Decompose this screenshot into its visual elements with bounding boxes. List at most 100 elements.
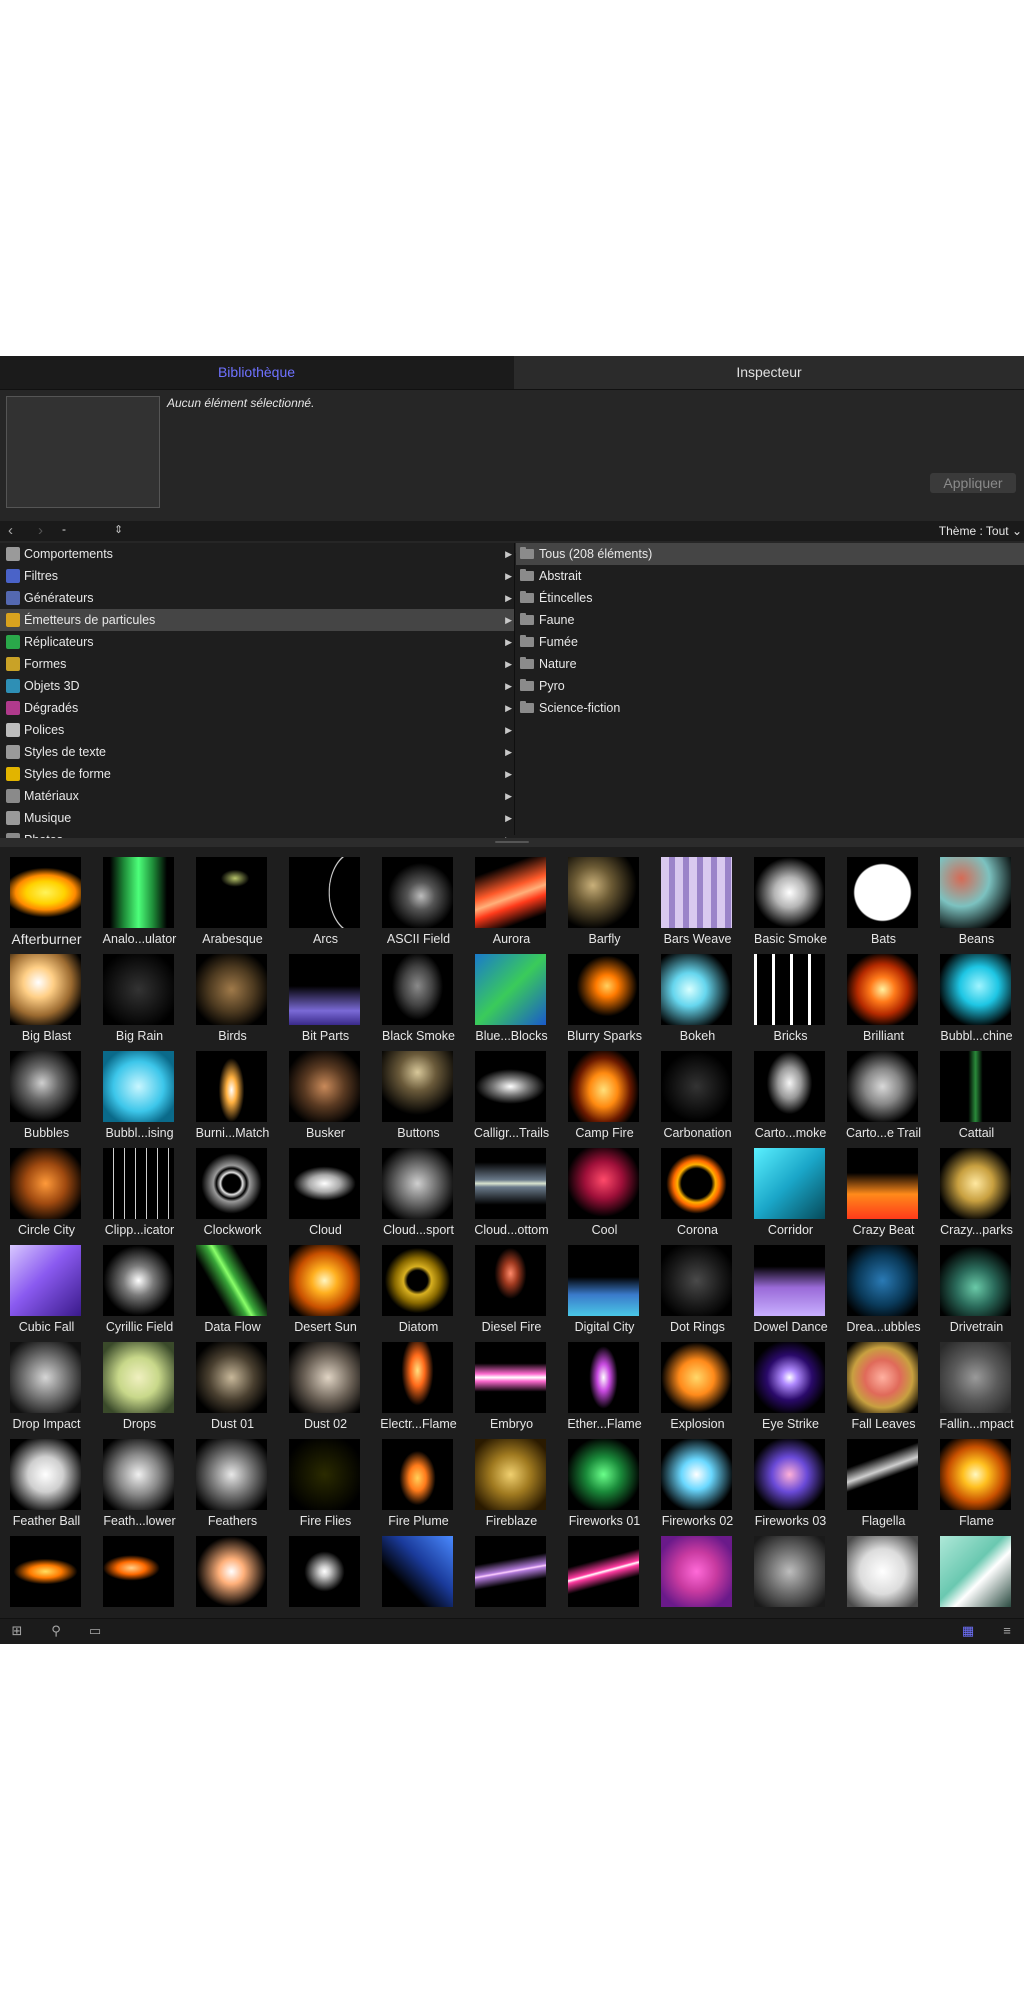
grid-item[interactable]: Arcs [279, 847, 372, 946]
grid-item[interactable]: Fall Leaves [837, 1332, 930, 1431]
subcategory-item[interactable]: Faune [516, 609, 1024, 631]
grid-item[interactable]: Drivetrain [930, 1235, 1023, 1334]
grid-item[interactable]: Fireworks 02 [651, 1429, 744, 1528]
grid-item[interactable]: Explosion [651, 1332, 744, 1431]
grid-item[interactable] [744, 1526, 837, 1623]
grid-item[interactable]: Bricks [744, 944, 837, 1043]
subcategory-item[interactable]: Étincelles [516, 587, 1024, 609]
list-view-icon[interactable]: ≡ [997, 1622, 1017, 1640]
grid-item[interactable] [279, 1526, 372, 1623]
grid-item[interactable]: Cattail [930, 1041, 1023, 1140]
subcategory-item[interactable]: Abstrait [516, 565, 1024, 587]
back-arrow-icon[interactable]: ‹ [8, 521, 13, 541]
grid-item[interactable]: Big Rain [93, 944, 186, 1043]
apply-button[interactable]: Appliquer [930, 473, 1016, 493]
subcategory-item[interactable]: Fumée [516, 631, 1024, 653]
grid-item[interactable]: Bubbl...ising [93, 1041, 186, 1140]
grid-item[interactable]: Beans [930, 847, 1023, 946]
grid-item[interactable]: Diatom [372, 1235, 465, 1334]
tab-library[interactable]: Bibliothèque [0, 356, 513, 389]
grid-item[interactable]: Electr...Flame [372, 1332, 465, 1431]
grid-item[interactable]: Afterburner [0, 847, 93, 947]
grid-item[interactable]: Bars Weave [651, 847, 744, 946]
category-item[interactable]: Formes ▶ [0, 653, 514, 675]
grid-item[interactable] [372, 1526, 465, 1623]
grid-item[interactable]: Brilliant [837, 944, 930, 1043]
grid-item[interactable]: Digital City [558, 1235, 651, 1334]
path-popup[interactable]: - [62, 522, 66, 536]
grid-item[interactable]: Fireworks 03 [744, 1429, 837, 1528]
grid-item[interactable]: Carto...moke [744, 1041, 837, 1140]
subcategory-item[interactable]: Tous (208 éléments) [516, 543, 1024, 565]
category-item[interactable]: Générateurs ▶ [0, 587, 514, 609]
category-item[interactable]: Objets 3D ▶ [0, 675, 514, 697]
category-item[interactable]: Filtres ▶ [0, 565, 514, 587]
grid-item[interactable]: Fireblaze [465, 1429, 558, 1528]
grid-item[interactable]: Feathers [186, 1429, 279, 1528]
subcategory-item[interactable]: Pyro [516, 675, 1024, 697]
grid-item[interactable]: Bats [837, 847, 930, 946]
grid-item[interactable]: Aurora [465, 847, 558, 946]
grid-item[interactable]: Ether...Flame [558, 1332, 651, 1431]
new-folder-icon[interactable]: ⊞ [7, 1622, 27, 1640]
grid-item[interactable]: Fire Flies [279, 1429, 372, 1528]
grid-item[interactable]: Busker [279, 1041, 372, 1140]
category-item[interactable]: Polices ▶ [0, 719, 514, 741]
grid-item[interactable]: Cool [558, 1138, 651, 1237]
grid-item[interactable]: Corona [651, 1138, 744, 1237]
category-item[interactable]: Styles de texte ▶ [0, 741, 514, 763]
grid-item[interactable]: Burni...Match [186, 1041, 279, 1140]
grid-item[interactable]: Fireworks 01 [558, 1429, 651, 1528]
grid-item[interactable]: Embryo [465, 1332, 558, 1431]
splitter-grip[interactable] [495, 841, 529, 843]
category-item[interactable]: Comportements ▶ [0, 543, 514, 565]
grid-item[interactable]: Crazy Beat [837, 1138, 930, 1237]
grid-item[interactable]: Diesel Fire [465, 1235, 558, 1334]
grid-item[interactable] [0, 1526, 93, 1623]
grid-item[interactable]: Cloud...ottom [465, 1138, 558, 1237]
category-item[interactable]: Styles de forme ▶ [0, 763, 514, 785]
grid-item[interactable]: Drops [93, 1332, 186, 1431]
grid-item[interactable]: Dowel Dance [744, 1235, 837, 1334]
grid-item[interactable]: Arabesque [186, 847, 279, 946]
grid-item[interactable]: Blue...Blocks [465, 944, 558, 1043]
grid-item[interactable]: Eye Strike [744, 1332, 837, 1431]
grid-item[interactable]: ASCII Field [372, 847, 465, 946]
grid-item[interactable]: Carbonation [651, 1041, 744, 1140]
tab-inspector[interactable]: Inspecteur [514, 356, 1024, 389]
grid-item[interactable]: Carto...e Trail [837, 1041, 930, 1140]
grid-item[interactable]: Clockwork [186, 1138, 279, 1237]
grid-item[interactable]: Calligr...Trails [465, 1041, 558, 1140]
grid-item[interactable] [651, 1526, 744, 1623]
path-stepper-icon[interactable]: ⇕ [114, 521, 123, 539]
grid-item[interactable]: Flame [930, 1429, 1023, 1528]
grid-item[interactable] [93, 1526, 186, 1623]
grid-item[interactable]: Cloud...sport [372, 1138, 465, 1237]
grid-item[interactable]: Blurry Sparks [558, 944, 651, 1043]
forward-arrow-icon[interactable]: › [38, 521, 43, 541]
subcategory-item[interactable]: Nature [516, 653, 1024, 675]
grid-item[interactable]: Dust 01 [186, 1332, 279, 1431]
grid-item[interactable]: Dot Rings [651, 1235, 744, 1334]
search-icon[interactable]: ⚲ [46, 1622, 66, 1640]
grid-item[interactable] [930, 1526, 1023, 1623]
grid-item[interactable]: Drop Impact [0, 1332, 93, 1431]
grid-item[interactable]: Bokeh [651, 944, 744, 1043]
grid-item[interactable]: Fire Plume [372, 1429, 465, 1528]
grid-item[interactable]: Feather Ball [0, 1429, 93, 1528]
grid-item[interactable]: Cyrillic Field [93, 1235, 186, 1334]
category-item[interactable]: Matériaux ▶ [0, 785, 514, 807]
grid-item[interactable]: Analo...ulator [93, 847, 186, 946]
category-item[interactable]: Émetteurs de particules ▶ [0, 609, 514, 631]
category-item[interactable]: Réplicateurs ▶ [0, 631, 514, 653]
grid-item[interactable]: Flagella [837, 1429, 930, 1528]
grid-item[interactable]: Fallin...mpact [930, 1332, 1023, 1431]
grid-item[interactable]: Big Blast [0, 944, 93, 1043]
theme-menu[interactable]: Thème : Tout ⌄ [939, 521, 1022, 541]
grid-item[interactable]: Desert Sun [279, 1235, 372, 1334]
grid-item[interactable]: Corridor [744, 1138, 837, 1237]
preview-toggle-icon[interactable]: ▭ [85, 1622, 105, 1640]
grid-item[interactable] [837, 1526, 930, 1623]
grid-item[interactable]: Dust 02 [279, 1332, 372, 1431]
grid-view-icon[interactable]: ▦ [958, 1622, 978, 1640]
